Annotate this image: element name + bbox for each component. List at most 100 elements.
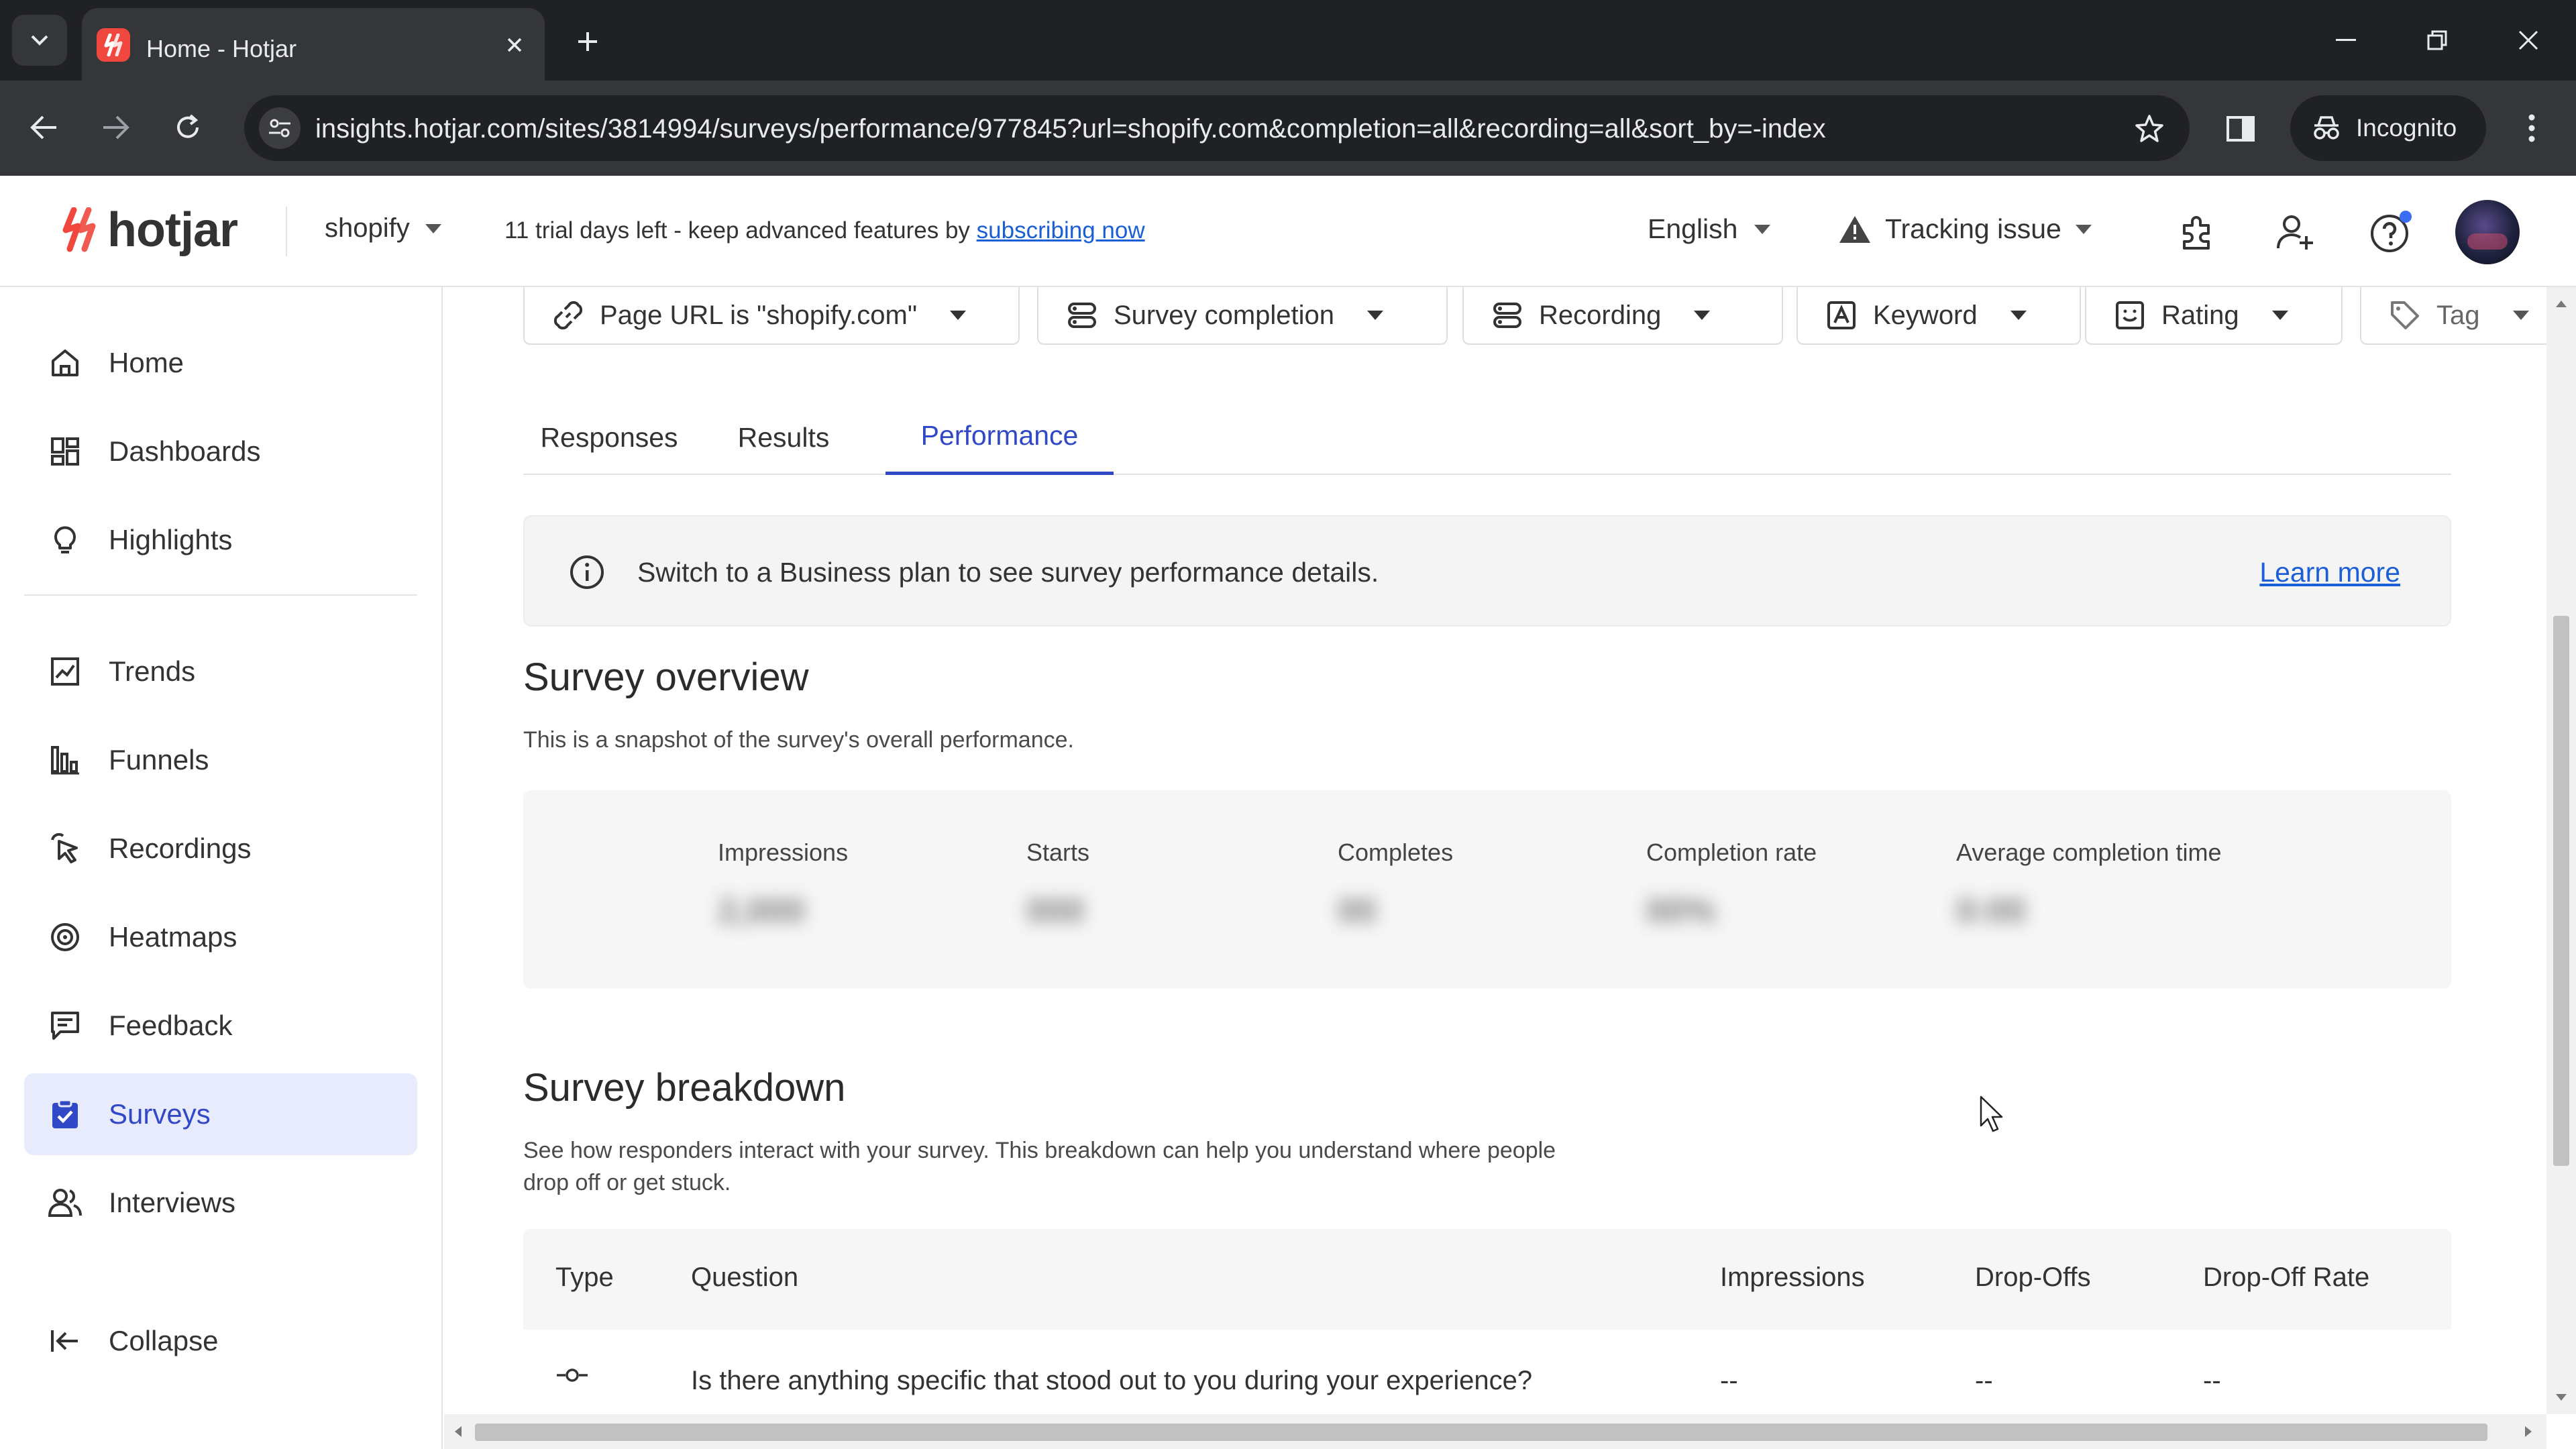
bookmark-star-icon[interactable] bbox=[2131, 110, 2168, 148]
sidebar-item-trends[interactable]: Trends bbox=[24, 631, 417, 712]
integrations-icon[interactable] bbox=[2172, 207, 2223, 258]
tab-responses[interactable]: Responses bbox=[523, 400, 695, 475]
reload-icon[interactable] bbox=[161, 101, 215, 154]
horizontal-scrollbar[interactable] bbox=[444, 1414, 2546, 1449]
tab-search-button[interactable] bbox=[12, 15, 67, 66]
minimize-icon[interactable] bbox=[2316, 16, 2376, 64]
scroll-up-icon bbox=[2556, 301, 2567, 307]
sidebar-item-dashboards[interactable]: Dashboards bbox=[24, 411, 417, 492]
language-label: English bbox=[1648, 213, 1738, 244]
warning-icon bbox=[1839, 215, 1870, 243]
sidebar-item-recordings[interactable]: Recordings bbox=[24, 808, 417, 890]
filter-keyword[interactable]: Keyword bbox=[1796, 287, 2081, 345]
scroll-left-icon bbox=[455, 1426, 462, 1437]
sidebar-item-home[interactable]: Home bbox=[24, 322, 417, 404]
sidebar-item-label: Trends bbox=[109, 655, 196, 687]
collapse-icon bbox=[47, 1323, 83, 1359]
subscribe-link[interactable]: subscribing now bbox=[977, 217, 1145, 244]
chevron-down-icon bbox=[31, 35, 48, 46]
overview-metrics-card: Impressions 2,000 Starts 000 Completes 0… bbox=[523, 790, 2451, 989]
filter-tag[interactable]: Tag bbox=[2360, 287, 2548, 345]
sidebar-item-feedback[interactable]: Feedback bbox=[24, 985, 417, 1067]
caret-down-icon bbox=[2271, 311, 2288, 320]
browser-menu-icon[interactable] bbox=[2512, 105, 2552, 152]
row-impressions: -- bbox=[1720, 1366, 1738, 1395]
trial-text: 11 trial days left - keep advanced featu… bbox=[504, 217, 977, 244]
filter-label: Page URL is "shopify.com" bbox=[600, 300, 918, 330]
tab-close-icon[interactable] bbox=[496, 27, 533, 63]
mouse-cursor-icon bbox=[1980, 1095, 2003, 1132]
language-selector[interactable]: English bbox=[1648, 213, 1771, 245]
info-icon bbox=[570, 555, 604, 589]
caret-down-icon bbox=[1754, 224, 1771, 234]
back-icon[interactable] bbox=[17, 101, 71, 154]
filter-label: Survey completion bbox=[1114, 300, 1335, 330]
tab-performance[interactable]: Performance bbox=[885, 400, 1114, 475]
table-row[interactable]: Is there anything specific that stood ou… bbox=[523, 1331, 2451, 1414]
tab-label: Responses bbox=[540, 421, 678, 453]
browser-tab[interactable]: Home - Hotjar bbox=[82, 8, 545, 80]
caret-down-icon bbox=[2075, 224, 2092, 234]
filter-page-url[interactable]: Page URL is "shopify.com" bbox=[523, 287, 1020, 345]
tracking-issue-button[interactable]: Tracking issue bbox=[1838, 213, 2092, 245]
vertical-scrollbar[interactable] bbox=[2546, 287, 2576, 1414]
column-drop-offs[interactable]: Drop-Offs bbox=[1975, 1263, 2091, 1293]
forward-icon[interactable] bbox=[89, 101, 142, 154]
column-type: Type bbox=[555, 1263, 614, 1292]
sidebar-item-label: Highlights bbox=[109, 524, 233, 555]
sidebar: Home Dashboards Highlights Trends Funnel… bbox=[0, 287, 443, 1449]
dashboards-icon bbox=[47, 433, 83, 470]
sidebar-item-label: Home bbox=[109, 347, 184, 378]
hotjar-favicon-icon bbox=[97, 28, 130, 62]
sidebar-item-heatmaps[interactable]: Heatmaps bbox=[24, 896, 417, 978]
tab-results[interactable]: Results bbox=[711, 400, 856, 475]
learn-more-link[interactable]: Learn more bbox=[2259, 557, 2400, 588]
incognito-label: Incognito bbox=[2356, 114, 2457, 142]
interviews-icon bbox=[47, 1185, 83, 1221]
site-info-icon[interactable] bbox=[259, 107, 301, 149]
sidebar-item-funnels[interactable]: Funnels bbox=[24, 719, 417, 801]
horizontal-scroll-thumb[interactable] bbox=[475, 1424, 2487, 1441]
sidebar-item-highlights[interactable]: Highlights bbox=[24, 499, 417, 581]
side-panel-icon[interactable] bbox=[2219, 107, 2262, 150]
funnels-icon bbox=[47, 742, 83, 778]
collapse-label: Collapse bbox=[109, 1325, 219, 1356]
scroll-down-icon bbox=[2556, 1394, 2567, 1401]
column-question: Question bbox=[691, 1263, 799, 1292]
sidebar-item-interviews[interactable]: Interviews bbox=[24, 1162, 417, 1244]
column-impressions[interactable]: Impressions bbox=[1720, 1263, 1865, 1293]
metric-value: 000 bbox=[1026, 892, 1085, 930]
survey-breakdown-title: Survey breakdown bbox=[523, 1066, 846, 1110]
scroll-right-icon bbox=[2525, 1426, 2532, 1437]
filter-rating[interactable]: Rating bbox=[2085, 287, 2343, 345]
incognito-indicator[interactable]: Incognito bbox=[2290, 95, 2486, 161]
collapse-sidebar-button[interactable]: Collapse bbox=[24, 1300, 417, 1382]
sidebar-item-surveys[interactable]: Surveys bbox=[24, 1073, 417, 1155]
hotjar-logo[interactable]: hotjar bbox=[60, 203, 238, 258]
filter-survey-completion[interactable]: Survey completion bbox=[1037, 287, 1448, 345]
logo-wordmark: hotjar bbox=[107, 203, 238, 257]
metric-label: Completes bbox=[1338, 839, 1454, 866]
trends-icon bbox=[47, 653, 83, 690]
metric-label: Average completion time bbox=[1956, 839, 2222, 866]
restore-icon[interactable] bbox=[2407, 16, 2467, 64]
survey-breakdown-subtitle: See how responders interact with your su… bbox=[523, 1138, 1556, 1163]
new-tab-icon[interactable] bbox=[568, 21, 608, 62]
banner-message: Switch to a Business plan to see survey … bbox=[637, 557, 1379, 588]
column-drop-off-rate[interactable]: Drop-Off Rate bbox=[2203, 1263, 2369, 1293]
window-close-icon[interactable] bbox=[2498, 16, 2559, 64]
sidebar-item-label: Surveys bbox=[109, 1098, 211, 1130]
survey-overview-subtitle: This is a snapshot of the survey's overa… bbox=[523, 727, 1074, 753]
filter-recording[interactable]: Recording bbox=[1462, 287, 1783, 345]
table-header: Type Question Impressions Drop-Offs Drop… bbox=[523, 1229, 2451, 1330]
avatar[interactable] bbox=[2455, 200, 2520, 264]
address-bar[interactable]: insights.hotjar.com/sites/3814994/survey… bbox=[244, 95, 2190, 161]
vertical-scroll-thumb[interactable] bbox=[2553, 616, 2569, 1166]
help-icon[interactable] bbox=[2365, 207, 2416, 258]
metric-value: 0:00 bbox=[1956, 892, 2027, 930]
browser-tab-bar: Home - Hotjar bbox=[0, 0, 2576, 80]
site-selector[interactable]: shopify bbox=[325, 213, 442, 244]
sidebar-item-label: Feedback bbox=[109, 1010, 233, 1041]
invite-user-icon[interactable] bbox=[2270, 207, 2321, 258]
open-question-icon bbox=[555, 1367, 589, 1383]
